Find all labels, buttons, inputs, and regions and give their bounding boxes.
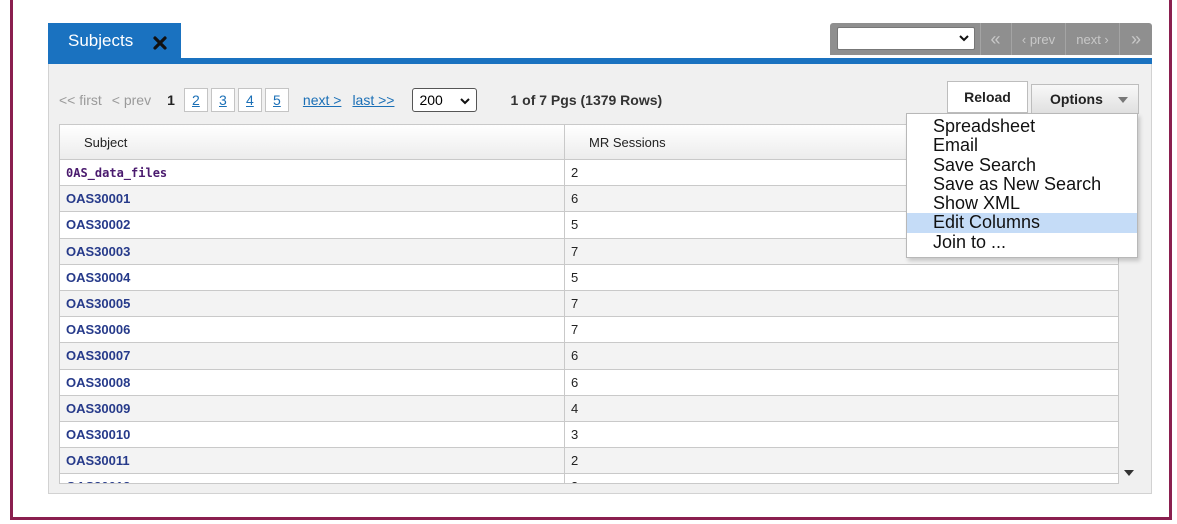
last-page-link[interactable]: last >>: [352, 92, 394, 108]
table-row: OAS30008 6: [60, 369, 1118, 396]
top-pager-select[interactable]: [837, 27, 975, 50]
page-link-4[interactable]: 4: [237, 88, 262, 112]
subject-link[interactable]: OAS30005: [60, 290, 565, 317]
subject-link[interactable]: OAS30003: [60, 238, 565, 264]
top-last-button[interactable]: »: [1119, 23, 1152, 55]
table-row: OAS30009 4: [60, 395, 1118, 422]
menu-item-show-xml[interactable]: Show XML: [907, 194, 1137, 213]
subject-link[interactable]: OAS30012: [60, 474, 565, 483]
first-page-link[interactable]: << first: [59, 92, 102, 108]
prev-page-link[interactable]: < prev: [112, 92, 151, 108]
table-row: OAS30011 2: [60, 448, 1118, 475]
subject-link[interactable]: 0AS_data_files: [60, 160, 565, 186]
pager: << first < prev 1 2 3 4 5 next > last >>…: [59, 88, 662, 112]
caret-down-icon: [1118, 97, 1128, 103]
next-page-link[interactable]: next >: [303, 92, 342, 108]
subject-link[interactable]: OAS30007: [60, 343, 565, 369]
menu-item-save-as-new-search[interactable]: Save as New Search: [907, 174, 1137, 194]
current-page: 1: [167, 92, 175, 108]
table-row: OAS30010 3: [60, 421, 1118, 449]
menu-item-join-to[interactable]: Join to ...: [907, 232, 1137, 252]
mr-sessions-cell: 5: [571, 269, 579, 285]
menu-item-edit-columns[interactable]: Edit Columns: [907, 213, 1137, 233]
mr-sessions-cell: 7: [571, 296, 579, 312]
options-button[interactable]: Options: [1031, 84, 1139, 114]
page-link-5[interactable]: 5: [264, 88, 289, 112]
mr-sessions-cell: 6: [571, 374, 579, 390]
table-row: OAS300123: [60, 474, 1118, 483]
mr-sessions-cell: 2: [571, 453, 579, 469]
subject-link[interactable]: OAS30006: [60, 317, 565, 343]
page-link-2[interactable]: 2: [183, 88, 208, 112]
subject-link[interactable]: OAS30010: [60, 421, 565, 448]
mr-sessions-cell: 4: [571, 400, 579, 416]
tab-label: Subjects: [68, 31, 134, 50]
chevron-down-icon: [959, 35, 969, 42]
close-icon[interactable]: [152, 35, 168, 51]
menu-item-email[interactable]: Email: [907, 136, 1137, 155]
page-size-select[interactable]: 200: [412, 88, 478, 112]
page-size-value: 200: [419, 92, 443, 108]
table-row: OAS30005 7: [60, 290, 1118, 318]
table-row: OAS30006 7: [60, 317, 1118, 344]
subject-link[interactable]: OAS30001: [60, 186, 565, 212]
tab-subjects[interactable]: Subjects: [48, 23, 181, 59]
column-header-subject[interactable]: Subject: [60, 125, 565, 160]
options-label: Options: [1050, 91, 1103, 107]
top-pager: « ‹ prev next › »: [830, 23, 1152, 55]
mr-sessions-cell: 7: [571, 322, 579, 338]
subject-link[interactable]: OAS30009: [60, 395, 565, 421]
page-info: 1 of 7 Pgs (1379 Rows): [510, 92, 663, 108]
subject-link[interactable]: OAS30008: [60, 369, 565, 395]
menu-item-save-search[interactable]: Save Search: [907, 155, 1137, 175]
mr-sessions-cell: 3: [571, 426, 579, 442]
mr-sessions-cell: 3: [565, 474, 1118, 483]
scroll-down-icon[interactable]: [1123, 469, 1135, 477]
menu-item-spreadsheet[interactable]: Spreadsheet: [907, 116, 1137, 136]
subject-link[interactable]: OAS30004: [60, 264, 565, 290]
options-menu: Spreadsheet Email Save Search Save as New S…: [906, 113, 1138, 258]
top-first-button[interactable]: «: [980, 23, 1010, 55]
top-prev-button[interactable]: ‹ prev: [1011, 23, 1065, 55]
subject-link[interactable]: OAS30002: [60, 212, 565, 238]
top-next-button[interactable]: next ›: [1065, 23, 1119, 55]
chevron-down-icon: [460, 98, 471, 105]
table-row: OAS30007 6: [60, 343, 1118, 370]
mr-sessions-cell: 6: [571, 348, 579, 364]
reload-button[interactable]: Reload: [947, 81, 1028, 113]
subject-link[interactable]: OAS30011: [60, 448, 565, 474]
page-link-3[interactable]: 3: [210, 88, 235, 112]
table-row: OAS30004 5: [60, 264, 1118, 291]
